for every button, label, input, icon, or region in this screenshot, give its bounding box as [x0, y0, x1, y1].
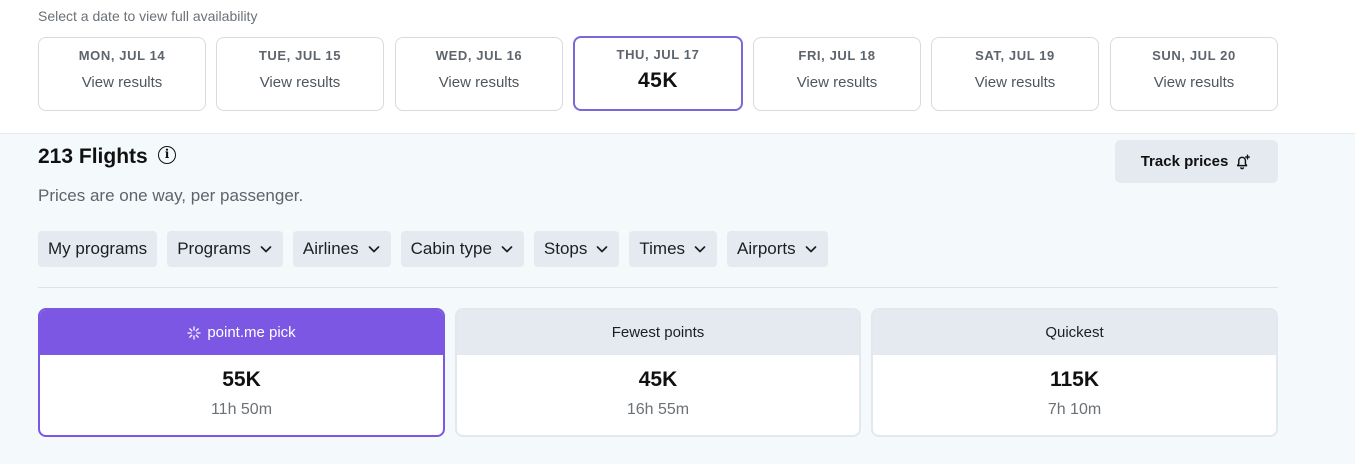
filter-bar: My programs Programs Airlines Cabin type… — [38, 231, 828, 267]
date-card-sun-jul-20[interactable]: SUN, JUL 20 View results — [1110, 37, 1278, 111]
sort-header: point.me pick — [40, 310, 443, 355]
date-card-sat-jul-19[interactable]: SAT, JUL 19 View results — [931, 37, 1099, 111]
date-value: View results — [259, 74, 341, 91]
sort-header: Quickest — [873, 310, 1276, 355]
filter-label: Airports — [737, 239, 796, 258]
date-card-wed-jul-16[interactable]: WED, JUL 16 View results — [395, 37, 563, 111]
price-note: Prices are one way, per passenger. — [38, 186, 304, 205]
date-strip-hint: Select a date to view full availability — [38, 8, 258, 24]
sort-point-me-pick[interactable]: point.me pick 55K 11h 50m — [38, 308, 445, 437]
sort-points: 45K — [638, 368, 678, 391]
filter-cabin-type[interactable]: Cabin type — [400, 231, 524, 267]
track-prices-button[interactable]: Track prices — [1115, 140, 1278, 183]
filter-label: Airlines — [302, 239, 359, 258]
filter-airports[interactable]: Airports — [727, 231, 828, 267]
date-value: View results — [81, 74, 163, 91]
filter-programs[interactable]: Programs — [167, 231, 283, 267]
track-prices-label: Track prices — [1140, 153, 1229, 170]
sort-label: point.me pick — [207, 324, 296, 341]
sort-label: Quickest — [1045, 324, 1104, 341]
date-value: View results — [974, 74, 1056, 91]
sort-header: Fewest points — [457, 310, 859, 355]
sort-label: Fewest points — [611, 324, 705, 341]
filter-label: Programs — [177, 239, 251, 258]
date-label: TUE, JUL 15 — [258, 48, 342, 63]
flights-count-title: 213 Flights — [38, 145, 148, 168]
filter-label: Times — [639, 239, 686, 258]
date-card-mon-jul-14[interactable]: MON, JUL 14 View results — [38, 37, 206, 111]
date-card-thu-jul-17[interactable]: THU, JUL 17 45K — [573, 36, 743, 111]
chevron-down-icon — [805, 246, 816, 253]
date-value: View results — [796, 74, 878, 91]
chevron-down-icon — [597, 246, 608, 253]
sort-points: 115K — [1049, 368, 1100, 391]
chevron-down-icon — [260, 246, 272, 253]
sort-fewest-points[interactable]: Fewest points 45K 16h 55m — [455, 308, 861, 437]
sort-points: 55K — [222, 368, 261, 391]
date-label: MON, JUL 14 — [78, 48, 166, 63]
chevron-down-icon — [501, 246, 513, 253]
date-label: FRI, JUL 18 — [798, 48, 876, 63]
chevron-down-icon — [368, 246, 379, 253]
sort-duration: 16h 55m — [626, 401, 690, 418]
filter-airlines[interactable]: Airlines — [292, 231, 391, 267]
date-card-tue-jul-15[interactable]: TUE, JUL 15 View results — [216, 37, 384, 111]
date-card-fri-jul-18[interactable]: FRI, JUL 18 View results — [753, 37, 921, 111]
chevron-down-icon — [694, 246, 706, 253]
date-label: THU, JUL 17 — [616, 47, 700, 62]
date-value: View results — [438, 74, 520, 91]
sparkle-icon — [187, 325, 201, 340]
sort-duration: 11h 50m — [210, 401, 273, 418]
filter-stops[interactable]: Stops — [533, 231, 620, 267]
sort-duration: 7h 10m — [1047, 401, 1102, 418]
info-circle-icon[interactable]: i — [158, 146, 176, 164]
date-label: WED, JUL 16 — [435, 48, 523, 63]
date-price: 45K — [637, 69, 679, 92]
date-strip: Select a date to view full availability … — [0, 0, 1355, 134]
filter-label: My programs — [48, 239, 148, 258]
date-label: SAT, JUL 19 — [975, 48, 1055, 63]
filter-times[interactable]: Times — [629, 231, 718, 267]
section-divider — [38, 287, 1278, 288]
filter-label: Cabin type — [410, 239, 492, 258]
date-label: SUN, JUL 20 — [1152, 48, 1236, 63]
sort-quickest[interactable]: Quickest 115K 7h 10m — [871, 308, 1278, 437]
filter-label: Stops — [543, 239, 588, 258]
date-value: View results — [1153, 74, 1235, 91]
bell-plus-icon — [1237, 154, 1251, 169]
filter-my-programs[interactable]: My programs — [38, 231, 158, 267]
